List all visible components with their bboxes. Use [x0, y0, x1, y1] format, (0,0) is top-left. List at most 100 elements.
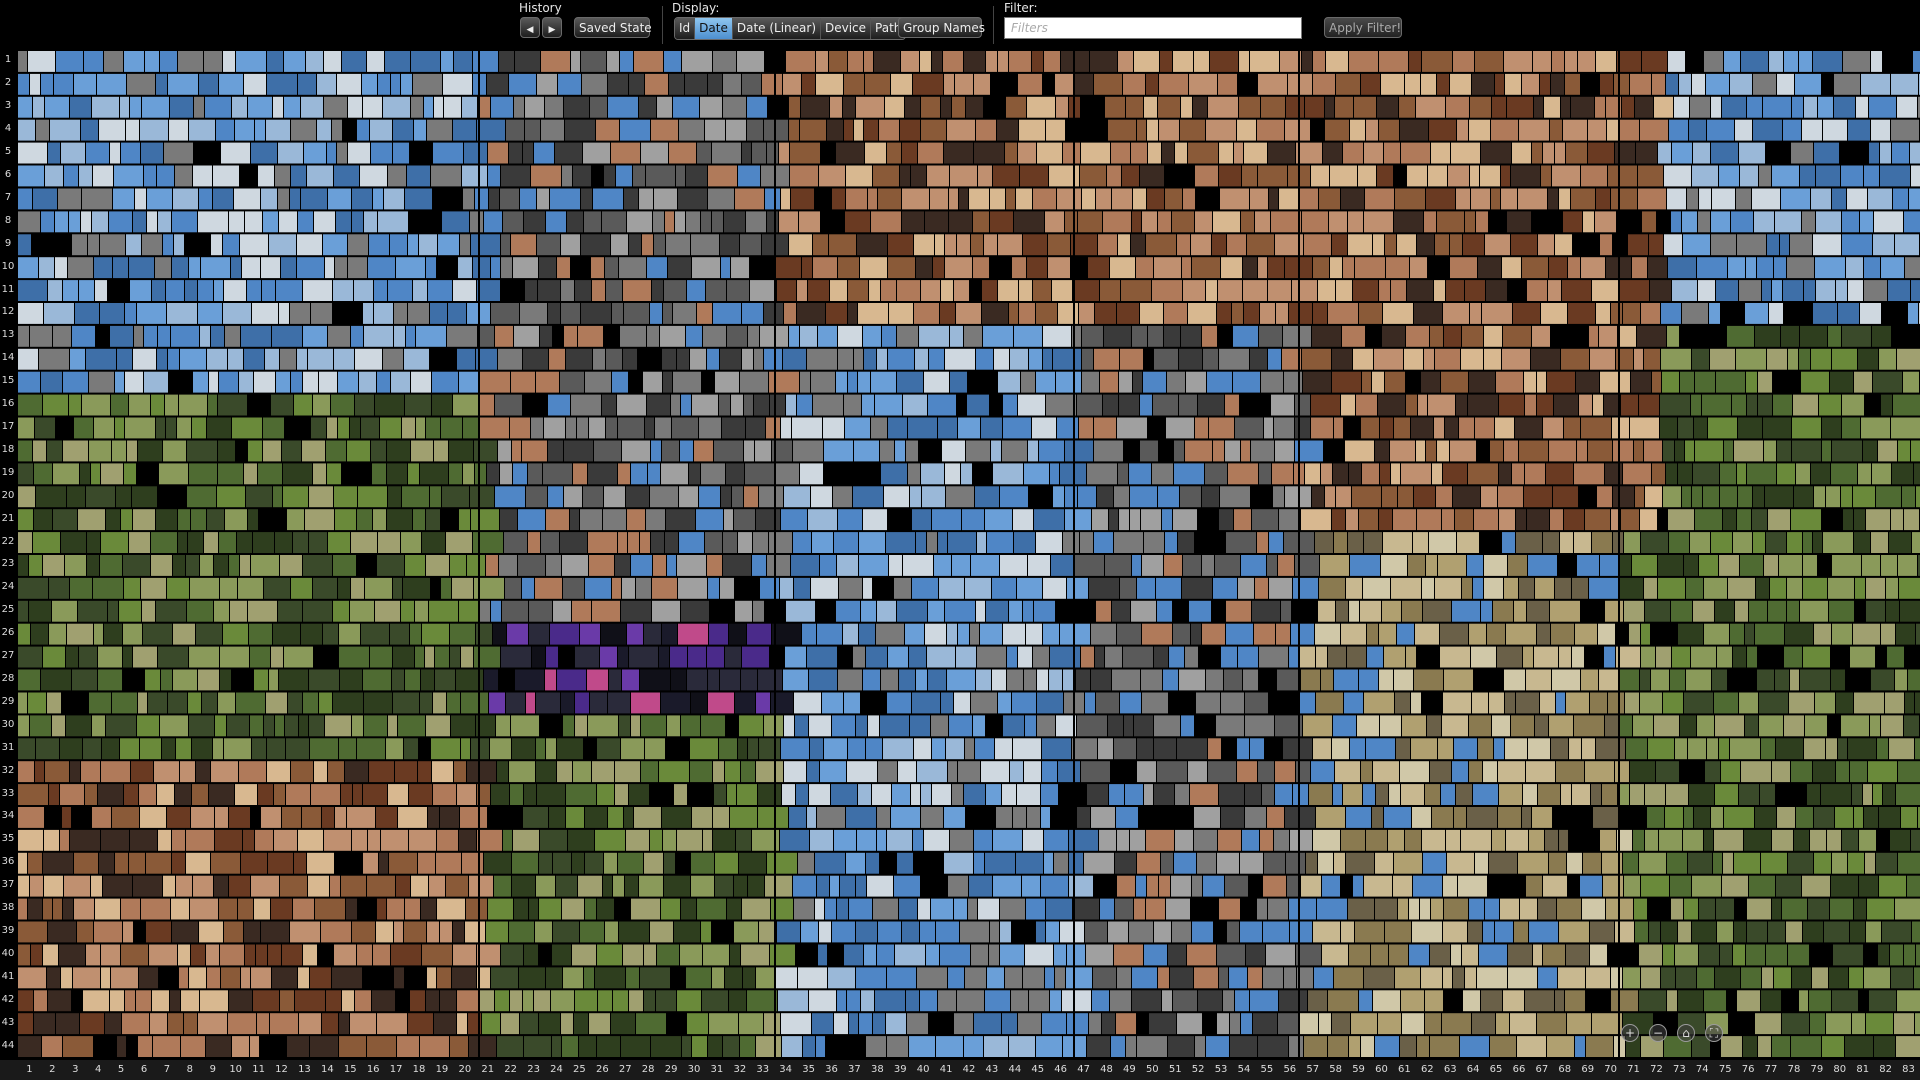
photo-thumbnail[interactable] [447, 692, 460, 714]
photo-thumbnail[interactable] [1376, 784, 1388, 805]
photo-thumbnail[interactable] [912, 509, 931, 531]
photo-thumbnail[interactable] [159, 463, 188, 485]
photo-thumbnail[interactable] [28, 898, 42, 920]
photo-thumbnail[interactable] [1765, 486, 1793, 508]
photo-thumbnail[interactable] [744, 486, 758, 508]
photo-thumbnail[interactable] [1258, 1036, 1288, 1057]
photo-thumbnail[interactable] [1641, 875, 1669, 897]
photo-thumbnail[interactable] [193, 165, 212, 187]
photo-thumbnail[interactable] [218, 692, 235, 714]
photo-thumbnail[interactable] [985, 990, 1010, 1012]
photo-thumbnail[interactable] [531, 165, 561, 187]
photo-thumbnail[interactable] [908, 417, 937, 439]
photo-thumbnail[interactable] [380, 417, 401, 439]
photo-thumbnail[interactable] [1859, 829, 1876, 851]
photo-thumbnail[interactable] [219, 898, 237, 920]
photo-thumbnail[interactable] [56, 51, 83, 72]
photo-thumbnail[interactable] [247, 280, 261, 301]
photo-thumbnail[interactable] [982, 303, 1008, 324]
photo-thumbnail[interactable] [45, 165, 63, 187]
photo-thumbnail[interactable] [1816, 280, 1835, 301]
photo-thumbnail[interactable] [636, 577, 651, 599]
photo-thumbnail[interactable] [63, 1036, 93, 1057]
photo-thumbnail[interactable] [1596, 188, 1610, 210]
photo-thumbnail[interactable] [606, 417, 617, 439]
photo-thumbnail[interactable] [1321, 669, 1333, 691]
photo-thumbnail[interactable] [235, 784, 257, 805]
photo-thumbnail[interactable] [1881, 623, 1895, 645]
photo-thumbnail[interactable] [446, 875, 468, 897]
photo-thumbnail[interactable] [1352, 486, 1381, 508]
photo-thumbnail[interactable] [679, 532, 704, 553]
photo-thumbnail[interactable] [1549, 852, 1566, 874]
photo-thumbnail[interactable] [1197, 852, 1216, 874]
photo-thumbnail[interactable] [325, 715, 351, 737]
photo-thumbnail[interactable] [657, 944, 679, 966]
photo-thumbnail[interactable] [1284, 967, 1296, 989]
photo-thumbnail[interactable] [977, 532, 986, 553]
photo-thumbnail[interactable] [844, 119, 853, 141]
photo-thumbnail[interactable] [251, 142, 277, 164]
photo-thumbnail[interactable] [557, 761, 572, 783]
photo-thumbnail[interactable] [460, 234, 470, 256]
photo-thumbnail[interactable] [1519, 577, 1534, 599]
photo-thumbnail[interactable] [1443, 921, 1467, 943]
photo-thumbnail[interactable] [878, 921, 901, 943]
photo-thumbnail[interactable] [337, 142, 347, 164]
photo-thumbnail[interactable] [112, 440, 126, 462]
photo-thumbnail[interactable] [975, 486, 999, 508]
photo-thumbnail[interactable] [523, 142, 533, 164]
photo-thumbnail[interactable] [1334, 532, 1347, 553]
photo-thumbnail[interactable] [1406, 394, 1417, 416]
photo-thumbnail[interactable] [797, 303, 825, 324]
photo-thumbnail[interactable] [1499, 509, 1515, 531]
photo-thumbnail[interactable] [1134, 51, 1159, 72]
photo-thumbnail[interactable] [49, 623, 66, 645]
photo-thumbnail[interactable] [1258, 73, 1287, 95]
photo-thumbnail[interactable] [479, 600, 490, 622]
photo-thumbnail[interactable] [592, 280, 605, 301]
photo-thumbnail[interactable] [1018, 1013, 1041, 1035]
photo-thumbnail[interactable] [157, 784, 174, 805]
photo-thumbnail[interactable] [248, 440, 262, 462]
photo-thumbnail[interactable] [1304, 234, 1331, 256]
photo-thumbnail[interactable] [221, 142, 250, 164]
photo-thumbnail[interactable] [74, 898, 94, 920]
photo-thumbnail[interactable] [506, 119, 524, 141]
photo-thumbnail[interactable] [189, 646, 219, 668]
photo-thumbnail[interactable] [1467, 807, 1497, 828]
photo-thumbnail[interactable] [512, 852, 538, 874]
photo-thumbnail[interactable] [1804, 96, 1817, 118]
photo-thumbnail[interactable] [713, 761, 724, 783]
photo-thumbnail[interactable] [1836, 692, 1853, 714]
photo-thumbnail[interactable] [1578, 51, 1595, 72]
photo-thumbnail[interactable] [1144, 784, 1153, 805]
photo-thumbnail[interactable] [950, 325, 963, 347]
photo-thumbnail[interactable] [1366, 119, 1378, 141]
photo-thumbnail[interactable] [133, 875, 162, 897]
photo-thumbnail[interactable] [1209, 417, 1234, 439]
photo-thumbnail[interactable] [150, 1013, 167, 1035]
photo-thumbnail[interactable] [1314, 967, 1333, 989]
photo-thumbnail[interactable] [857, 829, 876, 851]
photo-thumbnail[interactable] [1165, 532, 1177, 553]
photo-thumbnail[interactable] [82, 188, 112, 210]
photo-thumbnail[interactable] [1006, 96, 1026, 118]
photo-thumbnail[interactable] [789, 807, 806, 828]
photo-thumbnail[interactable] [666, 234, 690, 256]
photo-thumbnail[interactable] [652, 577, 677, 599]
photo-thumbnail[interactable] [760, 577, 779, 599]
photo-thumbnail[interactable] [1747, 898, 1771, 920]
photo-thumbnail[interactable] [1816, 165, 1840, 187]
photo-thumbnail[interactable] [258, 463, 282, 485]
photo-thumbnail[interactable] [1183, 280, 1205, 301]
photo-thumbnail[interactable] [1042, 761, 1057, 783]
photo-thumbnail[interactable] [536, 371, 559, 393]
photo-thumbnail[interactable] [1867, 898, 1894, 920]
photo-thumbnail[interactable] [418, 852, 435, 874]
photo-thumbnail[interactable] [284, 646, 313, 668]
photo-thumbnail[interactable] [1598, 623, 1615, 645]
photo-thumbnail[interactable] [503, 829, 512, 851]
photo-thumbnail[interactable] [800, 463, 823, 485]
photo-thumbnail[interactable] [1895, 234, 1919, 256]
